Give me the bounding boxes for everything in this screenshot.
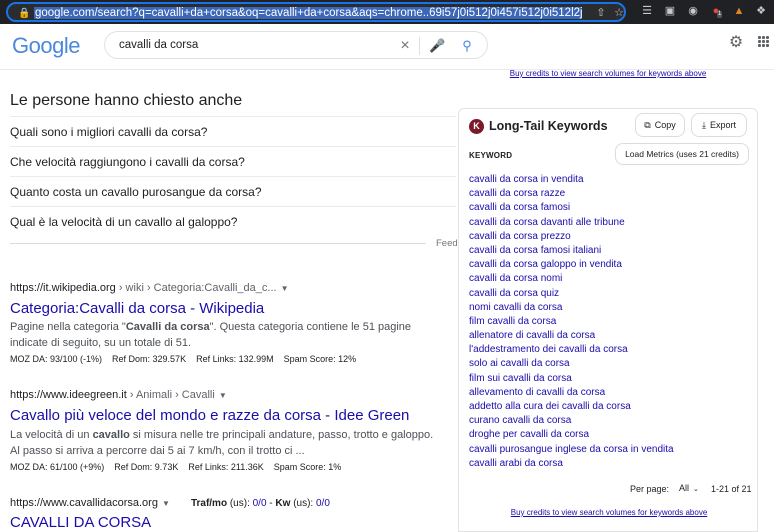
paa-question[interactable]: Che velocità raggiungono i cavalli da co…	[10, 146, 456, 176]
search-input[interactable]: cavalli da corsa	[119, 38, 198, 52]
keyword-link[interactable]: cavalli da corsa famosi italiani	[469, 244, 749, 258]
search-divider	[419, 37, 420, 55]
lock-icon[interactable]: 🔒	[18, 8, 30, 20]
url-text[interactable]: google.com/search?q=cavalli+da+corsa&oq=…	[34, 6, 582, 20]
pagination-range: 1-21 of 21	[711, 484, 752, 494]
settings-gear-icon[interactable]: ⚙	[727, 34, 745, 52]
extensions-puzzle-icon[interactable]: ❖	[754, 4, 768, 18]
keyword-link[interactable]: cavalli da corsa nomi	[469, 272, 749, 286]
copy-icon: ⧉	[644, 120, 651, 130]
address-bar[interactable]: 🔒 google.com/search?q=cavalli+da+corsa&o…	[6, 2, 626, 22]
bookmark-star-icon[interactable]: ☆	[612, 6, 626, 20]
result-domain: https://www.cavallidacorsa.org	[10, 497, 158, 509]
chevron-down-icon[interactable]: ▼	[281, 284, 289, 293]
keyword-link[interactable]: cavalli da corsa prezzo	[469, 230, 749, 244]
export-button[interactable]: ⤓ Export	[691, 113, 747, 137]
keyword-link[interactable]: cavalli da corsa in vendita	[469, 173, 749, 187]
apps-grid-icon[interactable]	[758, 36, 770, 48]
result-cite[interactable]: https://it.wikipedia.org › wiki › Catego…	[10, 281, 289, 296]
per-page-label: Per page:	[630, 484, 670, 494]
result-title[interactable]: CAVALLI DA CORSA	[10, 514, 151, 532]
result-domain: https://www.ideegreen.it	[10, 389, 127, 401]
result-path: › Animali › Cavalli	[126, 389, 215, 401]
download-icon: ⤓	[702, 120, 706, 130]
keyword-list: cavalli da corsa in vendita cavalli da c…	[469, 173, 749, 471]
seo-metrics: MOZ DA: 93/100 (-1%) Ref Dom: 329.57K Ref …	[10, 353, 366, 365]
seo-metrics: MOZ DA: 61/100 (+9%) Ref Dom: 9.73K Ref Li…	[10, 461, 351, 473]
google-logo[interactable]: Google	[12, 34, 80, 58]
keyword-link[interactable]: allevamento di cavalli da corsa	[469, 386, 749, 400]
spam-score: Spam Score: 1%	[273, 462, 342, 472]
extension-fox-icon[interactable]: ▲	[732, 4, 746, 18]
ref-links: Ref Links: 211.36K	[188, 462, 264, 472]
extension-translate-icon[interactable]: ☰	[640, 4, 654, 18]
divider	[10, 243, 426, 244]
clear-icon[interactable]: ×	[397, 38, 413, 54]
share-icon[interactable]: ⇧	[594, 6, 608, 20]
keyword-link[interactable]: cavalli da corsa famosi	[469, 201, 749, 215]
load-metrics-button[interactable]: Load Metrics (uses 21 credits)	[615, 143, 749, 165]
keyword-link[interactable]: allenatore di cavalli da corsa	[469, 329, 749, 343]
buy-credits-link[interactable]: Buy credits to view search volumes for k…	[458, 66, 758, 86]
moz-da: MOZ DA: 61/100 (+9%)	[10, 462, 105, 472]
result-domain: https://it.wikipedia.org	[10, 282, 116, 294]
chevron-down-icon[interactable]: ▼	[162, 499, 170, 508]
panel-title: Long-Tail Keywords	[489, 119, 608, 133]
search-icon[interactable]: ⚲	[459, 38, 475, 54]
result-title[interactable]: Categoria:Cavalli da corsa - Wikipedia	[10, 300, 264, 318]
keyword-link[interactable]: film sui cavalli da corsa	[469, 372, 749, 386]
copy-button[interactable]: ⧉ Copy	[635, 113, 685, 137]
result-snippet: Pagine nella categoria "Cavalli da corsa…	[10, 321, 412, 349]
keyword-link[interactable]: l'addestramento dei cavalli da corsa	[469, 343, 749, 357]
paa-question[interactable]: Qual è la velocità di un cavallo al galo…	[10, 206, 456, 236]
ref-links: Ref Links: 132.99M	[196, 354, 274, 364]
long-tail-keywords-panel: K Long-Tail Keywords ⧉ Copy ⤓ Export KEYWO…	[458, 108, 758, 532]
result-snippet: La velocità di un cavallo si misura nell…	[10, 429, 434, 457]
extension-compass-icon[interactable]: ◉	[686, 4, 700, 18]
browser-toolbar: 🔒 google.com/search?q=cavalli+da+corsa&o…	[0, 0, 774, 24]
keyword-link[interactable]: cavalli da corsa razze	[469, 187, 749, 201]
ref-dom: Ref Dom: 329.57K	[112, 354, 187, 364]
result-title[interactable]: Cavallo più veloce del mondo e razze da …	[10, 407, 409, 425]
result-cite[interactable]: https://www.ideegreen.it › Animali › Cav…	[10, 388, 227, 403]
ref-dom: Ref Dom: 9.73K	[114, 462, 179, 472]
keyword-link[interactable]: droghe per cavalli da corsa	[469, 428, 749, 442]
keyword-link[interactable]: film cavalli da corsa	[469, 315, 749, 329]
keywords-everywhere-logo-icon: K	[469, 119, 484, 134]
result-path: › wiki › Categoria:Cavalli_da_c...	[115, 282, 277, 294]
keyword-link[interactable]: cavalli da corsa galoppo in vendita	[469, 258, 749, 272]
extension-record-icon[interactable]: ● 1	[709, 4, 723, 18]
people-also-ask-title: Le persone hanno chiesto anche	[10, 92, 243, 109]
result-cite[interactable]: https://www.cavallidacorsa.org ▼ Traf/mo …	[10, 496, 330, 511]
keyword-link[interactable]: cavalli arabi da corsa	[469, 457, 749, 471]
extension-badge: 1	[717, 11, 723, 18]
spam-score: Spam Score: 12%	[283, 354, 357, 364]
moz-da: MOZ DA: 93/100 (-1%)	[10, 354, 103, 364]
buy-credits-link[interactable]: Buy credits to view search volumes for k…	[459, 507, 759, 519]
per-page-select[interactable]: All ⌄	[679, 482, 699, 496]
chevron-down-icon[interactable]: ▼	[219, 391, 227, 400]
keyword-link[interactable]: nomi cavalli da corsa	[469, 301, 749, 315]
chevron-down-icon: ⌄	[693, 486, 699, 493]
keyword-link[interactable]: solo ai cavalli da corsa	[469, 357, 749, 371]
extension-screen-icon[interactable]: ▣	[663, 4, 677, 18]
microphone-icon[interactable]: 🎤	[429, 38, 445, 54]
keyword-link[interactable]: cavalli da corsa quiz	[469, 287, 749, 301]
paa-question[interactable]: Quanto costa un cavallo purosangue da co…	[10, 176, 456, 206]
keyword-column-header: KEYWORD	[469, 151, 513, 160]
keyword-link[interactable]: cavalli da corsa davanti alle tribune	[469, 216, 749, 230]
keyword-link[interactable]: addetto alla cura dei cavalli da corsa	[469, 400, 749, 414]
traffic-metric: Traf/mo (us): 0/0 - Kw (us): 0/0	[190, 498, 330, 509]
paa-question[interactable]: Quali sono i migliori cavalli da corsa?	[10, 116, 456, 146]
keyword-link[interactable]: curano cavalli da corsa	[469, 414, 749, 428]
keyword-link[interactable]: cavalli purosangue inglese da corsa in v…	[469, 443, 749, 457]
search-header: Google cavalli da corsa × 🎤 ⚲ ⚙	[0, 24, 774, 70]
search-box[interactable]: cavalli da corsa × 🎤 ⚲	[104, 31, 488, 59]
